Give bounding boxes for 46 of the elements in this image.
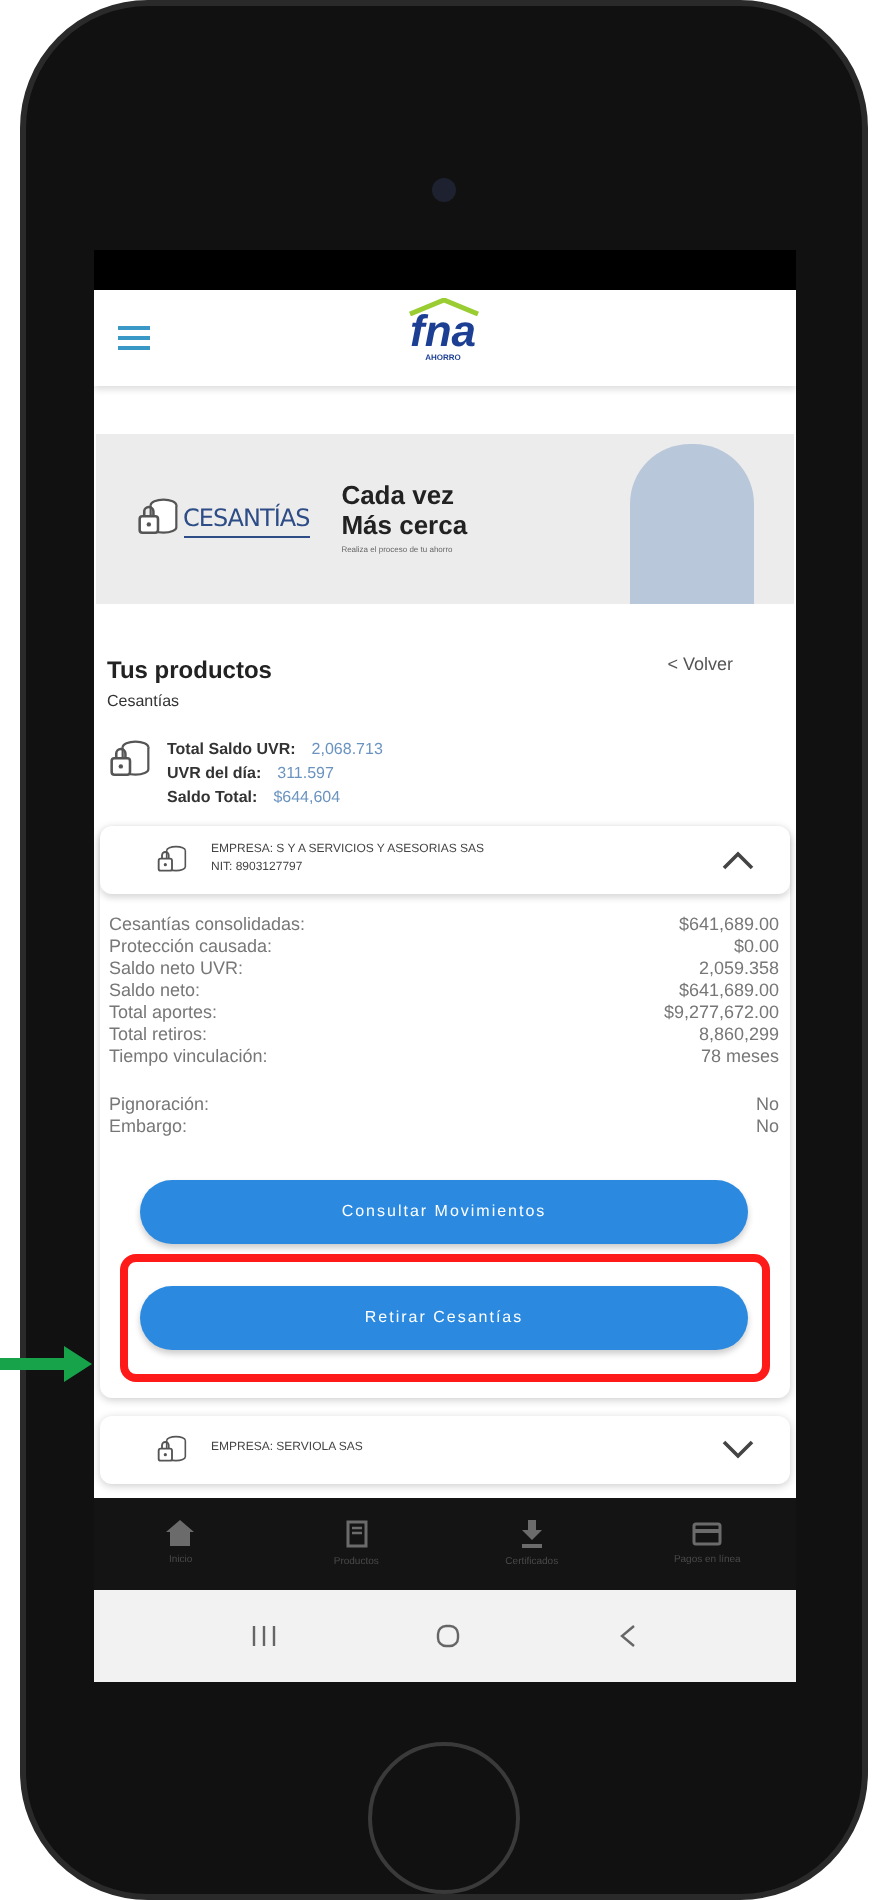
chevron-up-icon[interactable] bbox=[721, 849, 753, 870]
detail-label: Tiempo vinculación: bbox=[109, 1045, 268, 1068]
brand-text: CESANTÍAS bbox=[183, 499, 310, 538]
safe-icon bbox=[155, 843, 187, 876]
recent-apps-icon[interactable] bbox=[252, 1626, 277, 1647]
summary-value: 311.597 bbox=[277, 761, 334, 784]
detail-value: $641,689.00 bbox=[678, 979, 779, 1002]
detail-value: No bbox=[755, 1093, 779, 1116]
detail-value: $641,689.00 bbox=[678, 913, 779, 936]
summary-value: 2,068.713 bbox=[311, 737, 383, 760]
detail-value: 2,059.358 bbox=[698, 957, 779, 980]
summary-label: Saldo Total: bbox=[167, 785, 258, 808]
section-title: Tus productos bbox=[107, 653, 272, 688]
home-icon bbox=[166, 1520, 195, 1547]
pointer-arrow bbox=[0, 1344, 92, 1384]
detail-label: Saldo neto: bbox=[109, 979, 201, 1002]
action-button[interactable]: Consultar Movimientos bbox=[140, 1179, 748, 1244]
banner-title: Más cerca bbox=[341, 510, 468, 541]
back-icon[interactable] bbox=[619, 1624, 636, 1649]
summary-value: $644,604 bbox=[273, 785, 341, 808]
detail-value: No bbox=[755, 1115, 779, 1138]
summary-label: UVR del día: bbox=[167, 761, 262, 784]
detail-label: Cesantías consolidadas: bbox=[109, 913, 306, 936]
menu-icon[interactable] bbox=[117, 325, 149, 350]
detail-value: 8,860,299 bbox=[698, 1023, 779, 1046]
detail-label: Pignoración: bbox=[109, 1093, 210, 1116]
chevron-down-icon[interactable] bbox=[721, 1439, 753, 1460]
detail-label: Total retiros: bbox=[109, 1023, 208, 1046]
action-button[interactable]: Retirar Cesantías bbox=[140, 1285, 748, 1350]
detail-value: 78 meses bbox=[700, 1045, 779, 1068]
card-icon bbox=[692, 1521, 723, 1546]
back-link[interactable]: < Volver bbox=[667, 651, 733, 688]
document-icon bbox=[345, 1519, 368, 1548]
detail-label: Protección causada: bbox=[109, 935, 273, 958]
download-icon bbox=[519, 1519, 544, 1548]
detail-label: Saldo neto UVR: bbox=[109, 957, 244, 980]
section-subtitle: Cesantías bbox=[105, 689, 182, 714]
banner-title: Cada vez bbox=[341, 480, 457, 511]
safe-icon bbox=[155, 1433, 187, 1466]
detail-label: Total aportes: bbox=[109, 1001, 218, 1024]
camera-icon bbox=[432, 178, 456, 202]
detail-label: Embargo: bbox=[109, 1115, 188, 1138]
detail-value: $9,277,672.00 bbox=[663, 1001, 779, 1024]
summary-label: Total Saldo UVR: bbox=[167, 737, 296, 760]
safe-icon bbox=[107, 737, 151, 782]
detail-value: $0.00 bbox=[733, 935, 779, 958]
